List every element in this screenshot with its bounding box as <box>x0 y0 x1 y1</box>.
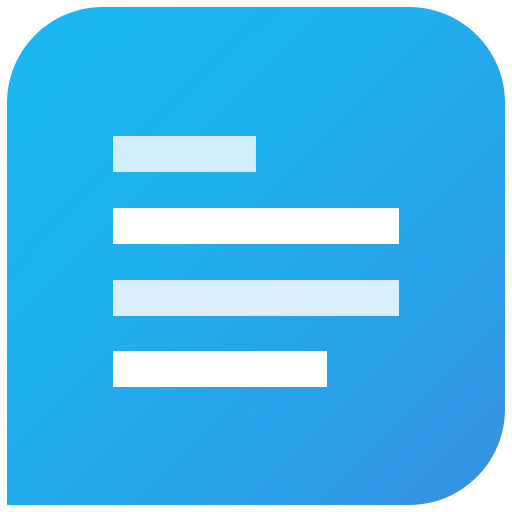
notes-app-icon[interactable] <box>7 7 505 505</box>
text-line-1-icon <box>113 136 256 172</box>
text-line-4-icon <box>113 351 327 387</box>
icon-canvas <box>0 0 512 512</box>
text-line-3-icon <box>113 280 399 316</box>
text-line-2-icon <box>113 208 399 244</box>
